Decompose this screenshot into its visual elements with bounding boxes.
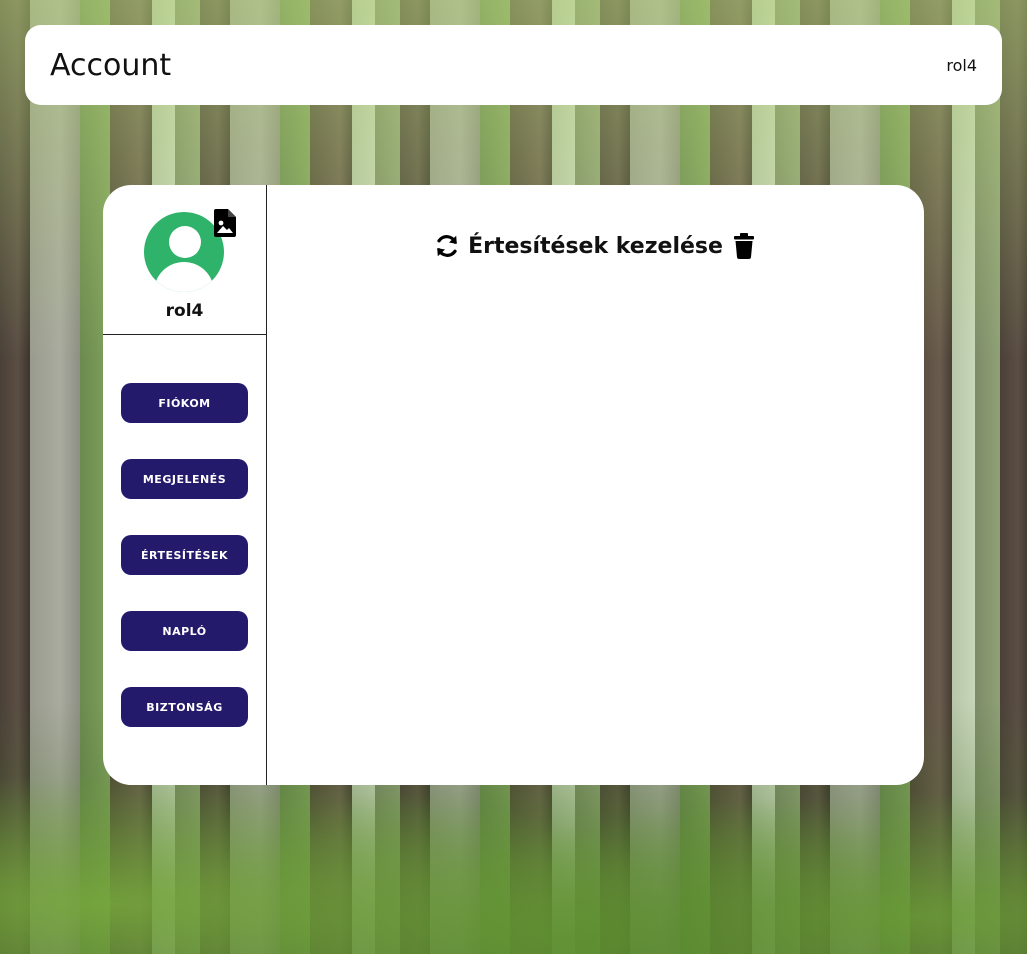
header-username[interactable]: rol4: [946, 56, 977, 75]
sidebar-item-biztonsag[interactable]: BIZTONSÁG: [121, 687, 248, 727]
main-content: Értesítések kezelése: [267, 185, 924, 785]
notifications-header: Értesítések kezelése: [267, 233, 924, 259]
sidebar-nav: FIÓKOM MEGJELENÉS ÉRTESÍTÉSEK NAPLÓ BIZT…: [121, 383, 248, 763]
sidebar: rol4 FIÓKOM MEGJELENÉS ÉRTESÍTÉSEK NAPLÓ…: [103, 185, 267, 785]
sidebar-item-ertesitesek[interactable]: ÉRTESÍTÉSEK: [121, 535, 248, 575]
profile-section: rol4: [103, 185, 266, 335]
sidebar-item-naplo[interactable]: NAPLÓ: [121, 611, 248, 651]
account-panel: rol4 FIÓKOM MEGJELENÉS ÉRTESÍTÉSEK NAPLÓ…: [103, 185, 924, 785]
notifications-title: Értesítések kezelése: [468, 233, 723, 259]
top-header: Account rol4: [25, 25, 1002, 105]
refresh-icon[interactable]: [434, 233, 460, 259]
user-avatar-icon[interactable]: [144, 212, 224, 292]
trash-icon[interactable]: [731, 233, 757, 259]
sidebar-item-fiokom[interactable]: FIÓKOM: [121, 383, 248, 423]
sidebar-item-megjelenes[interactable]: MEGJELENÉS: [121, 459, 248, 499]
page-title: Account: [50, 47, 172, 83]
image-file-icon[interactable]: [214, 209, 236, 237]
profile-username: rol4: [165, 301, 204, 321]
